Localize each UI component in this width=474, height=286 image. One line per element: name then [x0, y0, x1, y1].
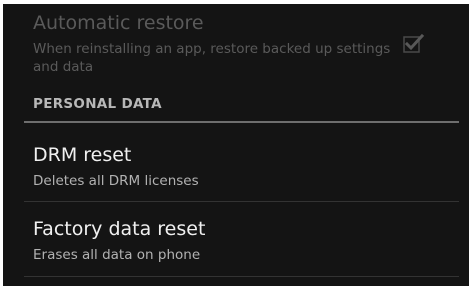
checkbox-checked-icon[interactable]: [403, 33, 425, 54]
drm-reset-title: DRM reset: [33, 144, 132, 166]
factory-data-reset-title: Factory data reset: [33, 218, 206, 240]
screenshot-frame: Automatic restore When reinstalling an a…: [0, 0, 474, 286]
drm-reset-summary: Deletes all DRM licenses: [33, 173, 199, 189]
factory-data-reset-summary: Erases all data on phone: [33, 247, 201, 263]
settings-screen: Automatic restore When reinstalling an a…: [3, 4, 469, 286]
drm-reset-preference[interactable]: DRM reset Deletes all DRM licenses: [3, 124, 469, 202]
list-divider: [24, 276, 459, 277]
automatic-restore-summary: When reinstalling an app, restore backed…: [33, 41, 391, 75]
personal-data-section-header: PERSONAL DATA: [33, 96, 162, 112]
section-divider: [24, 121, 459, 123]
automatic-restore-preference[interactable]: Automatic restore When reinstalling an a…: [3, 4, 469, 88]
factory-data-reset-preference[interactable]: Factory data reset Erases all data on ph…: [3, 202, 469, 278]
automatic-restore-title: Automatic restore: [33, 12, 204, 34]
